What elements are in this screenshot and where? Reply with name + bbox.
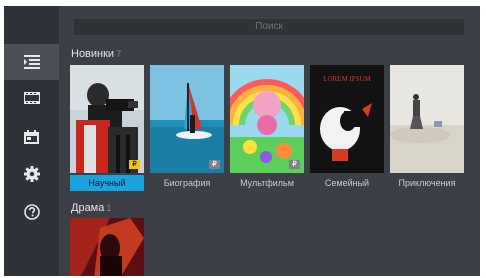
sidebar-item-settings[interactable] xyxy=(4,156,59,192)
help-circle-icon xyxy=(23,204,40,220)
movie-card-science[interactable]: ₽ Научный xyxy=(70,65,144,195)
sidebar-item-calendar[interactable] xyxy=(4,119,59,155)
section-count: 7 xyxy=(116,49,122,59)
section-count: 1 xyxy=(106,203,112,213)
section-title-drama: Драма 1 xyxy=(71,202,111,214)
list-icon xyxy=(23,55,40,69)
movie-card-biography[interactable]: ₽ Биография xyxy=(150,65,224,195)
card-label: Мультфильм xyxy=(240,178,294,188)
poster-drama xyxy=(70,218,144,276)
movie-card-drama[interactable] xyxy=(70,218,144,276)
card-label: Биография xyxy=(163,178,211,188)
card-label: Семейный xyxy=(324,178,370,188)
poster-biography: ₽ xyxy=(150,65,224,173)
movie-card-adventure[interactable]: Приключения xyxy=(390,65,464,195)
paid-badge: ₽ xyxy=(129,160,140,169)
sidebar-item-help[interactable] xyxy=(4,194,59,230)
section-title-new: Новинки 7 xyxy=(71,48,121,60)
gear-icon xyxy=(23,166,40,182)
movie-card-cartoon[interactable]: ₽ Мультфильм xyxy=(230,65,304,195)
calendar-icon xyxy=(24,130,39,144)
paid-badge: ₽ xyxy=(289,160,300,169)
poster-family: LOREM IPSUM xyxy=(310,65,384,173)
search-input[interactable] xyxy=(74,19,464,35)
sidebar-item-film[interactable] xyxy=(4,80,59,116)
poster-science: ₽ xyxy=(70,65,144,173)
sidebar-item-list[interactable] xyxy=(4,44,59,80)
paid-badge: ₽ xyxy=(209,160,220,169)
section-title-text: Драма xyxy=(71,202,105,214)
sidebar xyxy=(4,6,59,276)
app-screen: Новинки7 ₽ Научный xyxy=(4,6,480,276)
movie-card-family[interactable]: LOREM IPSUM Семейный xyxy=(310,65,384,195)
card-label: Приключения xyxy=(398,178,456,188)
section-title-text: Новинки xyxy=(71,48,115,60)
poster-adventure xyxy=(390,65,464,173)
film-strip-icon xyxy=(23,92,40,104)
card-label: Научный xyxy=(70,175,144,191)
poster-cartoon: ₽ xyxy=(230,65,304,173)
